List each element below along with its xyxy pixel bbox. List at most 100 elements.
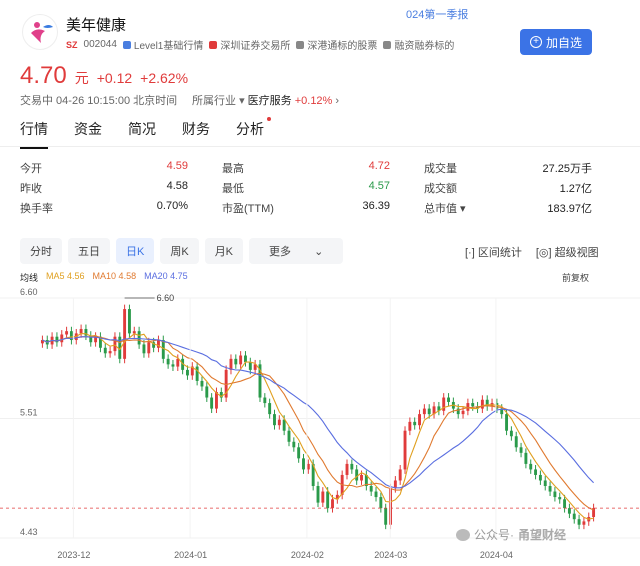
candle bbox=[234, 358, 238, 365]
range-intraday[interactable]: 分时 bbox=[20, 238, 62, 264]
candle bbox=[345, 463, 349, 475]
super-view-label: 超级视图 bbox=[554, 247, 599, 259]
kline-chart[interactable]: 6.60 5.51 4.43 6.60 2023-12 2024-01 2024-02 202… bbox=[0, 282, 640, 566]
tag-level1[interactable]: Level1基础行情 bbox=[122, 37, 203, 52]
candle bbox=[297, 447, 301, 459]
candle bbox=[142, 344, 146, 354]
candle bbox=[292, 441, 296, 448]
x-tick-label: 2024-02 bbox=[291, 550, 324, 560]
candle bbox=[321, 491, 325, 503]
super-view-button[interactable]: [◎] 超级视图 bbox=[536, 244, 599, 260]
candle bbox=[422, 408, 426, 415]
candle bbox=[316, 486, 320, 503]
candle bbox=[538, 474, 542, 481]
candle bbox=[355, 469, 359, 481]
candle bbox=[567, 508, 571, 514]
candle bbox=[127, 309, 131, 334]
stock-meta: SZ 002044 Level1基础行情 深圳证券交易所 深港通标的股票 融资融… bbox=[66, 37, 454, 52]
candle bbox=[577, 519, 581, 525]
candle bbox=[374, 491, 378, 498]
candle bbox=[418, 414, 421, 426]
watermark-name: 甬望财经 bbox=[518, 528, 567, 542]
candle bbox=[563, 499, 567, 509]
x-tick-label: 2024-01 bbox=[174, 550, 207, 560]
report-link[interactable]: 024第一季报 bbox=[406, 6, 468, 22]
range-weekly[interactable]: 周K bbox=[160, 238, 199, 264]
candle bbox=[215, 392, 218, 409]
stat-market-cap[interactable]: 总市值 ▾ 183.97亿 bbox=[424, 200, 592, 216]
stat-turnover: 换手率 0.70% bbox=[20, 200, 188, 215]
candle bbox=[413, 421, 417, 426]
candle bbox=[147, 342, 151, 354]
candle bbox=[277, 419, 281, 426]
stock-name: 美年健康 bbox=[66, 17, 127, 34]
tab-analysis[interactable]: 分析 bbox=[236, 117, 271, 149]
candle bbox=[268, 403, 272, 415]
tab-profile[interactable]: 简况 bbox=[128, 119, 156, 149]
stock-code: 002044 bbox=[83, 39, 117, 50]
chevron-right-icon: › bbox=[335, 95, 340, 107]
tab-finance[interactable]: 财务 bbox=[182, 119, 210, 149]
notification-dot bbox=[267, 117, 271, 121]
tag-connect[interactable]: 深港通标的股票 bbox=[296, 37, 377, 52]
tag-exchange[interactable]: 深圳证券交易所 bbox=[209, 37, 290, 52]
candle bbox=[186, 369, 189, 376]
tab-funds[interactable]: 资金 bbox=[74, 119, 102, 149]
stat-amount: 成交额 1.27亿 bbox=[424, 183, 592, 195]
range-more-label: 更多 bbox=[259, 241, 302, 263]
candle bbox=[60, 334, 64, 343]
candle bbox=[398, 469, 402, 481]
x-tick-label: 2024-04 bbox=[480, 550, 513, 560]
x-tick-label: 2023-12 bbox=[57, 550, 90, 560]
peak-annotation: 6.60 bbox=[157, 293, 175, 303]
wechat-icon bbox=[456, 528, 470, 541]
stat-open: 今开 4.59 bbox=[20, 160, 188, 175]
industry-label: 所属行业 bbox=[192, 95, 236, 107]
candle bbox=[171, 364, 175, 367]
range-monthly[interactable]: 月K bbox=[204, 238, 244, 264]
level1-icon bbox=[122, 40, 131, 49]
candle bbox=[505, 414, 509, 431]
tab-quote[interactable]: 行情 bbox=[20, 119, 48, 149]
watermark: 公众号· 甬望财经 bbox=[456, 526, 566, 543]
bracket-icon: [·] bbox=[465, 247, 475, 259]
candle bbox=[379, 497, 383, 509]
chart-tools: [·] 区间统计 [◎] 超级视图 bbox=[465, 244, 599, 260]
range-daily[interactable]: 日K bbox=[116, 238, 155, 264]
tag-margin[interactable]: 融资融券标的 bbox=[383, 37, 454, 52]
target-icon: [◎] bbox=[535, 247, 552, 259]
candle bbox=[519, 447, 523, 453]
stat-low: 最低 4.57 bbox=[222, 180, 390, 195]
candle bbox=[302, 458, 305, 470]
x-tick-label: 2024-03 bbox=[374, 550, 407, 560]
candle bbox=[534, 469, 538, 475]
candle bbox=[403, 430, 407, 470]
candle bbox=[384, 508, 388, 525]
candle bbox=[123, 309, 127, 359]
range-5day[interactable]: 五日 bbox=[68, 238, 110, 264]
candle bbox=[210, 397, 214, 409]
candle bbox=[263, 397, 267, 404]
add-watchlist-button[interactable]: + 加自选 bbox=[520, 29, 592, 55]
stat-volume: 成交量 27.25万手 bbox=[424, 163, 592, 175]
flag-icon bbox=[209, 40, 218, 49]
range-more[interactable]: 更多 ⌄ bbox=[249, 238, 344, 264]
candle bbox=[200, 380, 204, 387]
candle bbox=[132, 331, 136, 334]
y-tick-label: 6.60 bbox=[20, 287, 38, 297]
caret-down-icon: ▾ bbox=[239, 95, 245, 107]
candle bbox=[65, 331, 69, 335]
candle bbox=[582, 521, 586, 525]
candle bbox=[350, 463, 354, 470]
industry-link[interactable]: 所属行业 ▾ 医疗服务 +0.12% › bbox=[192, 92, 339, 108]
candle bbox=[529, 463, 533, 470]
candle bbox=[137, 331, 141, 345]
interval-stat-button[interactable]: [·] 区间统计 bbox=[465, 244, 522, 260]
watermark-wechat-label: 公众号· bbox=[474, 528, 514, 542]
price-change: +0.12 bbox=[96, 70, 133, 86]
interval-stat-label: 区间统计 bbox=[477, 247, 522, 259]
candle bbox=[166, 358, 170, 365]
candle bbox=[244, 355, 247, 363]
candle bbox=[471, 403, 475, 407]
candle bbox=[427, 408, 431, 415]
